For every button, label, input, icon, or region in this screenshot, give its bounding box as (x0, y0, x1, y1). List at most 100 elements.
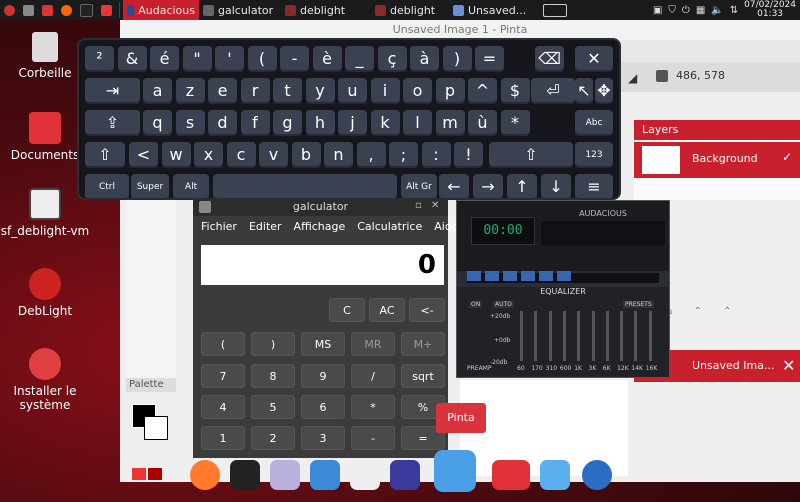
key-row4-3[interactable]: c (226, 142, 256, 168)
calc-key-1-0[interactable]: 4 (201, 395, 245, 419)
layer-row-background[interactable]: Background ✓ (634, 142, 800, 178)
key-row3-4[interactable]: g (273, 110, 302, 136)
key-row1-10[interactable]: à (410, 46, 439, 72)
show-desktop-icon[interactable] (19, 0, 38, 20)
eq-slider[interactable] (534, 311, 538, 361)
key-row4-10[interactable]: ! (454, 142, 483, 168)
calc-key-0-0[interactable]: 7 (201, 364, 245, 388)
text-editor-dock-icon[interactable] (270, 460, 300, 490)
eq-slider[interactable] (577, 311, 581, 361)
arrow-down-key[interactable]: ↓ (541, 174, 571, 200)
space-key[interactable] (213, 174, 397, 200)
calc-key-0-4[interactable]: sqrt (401, 364, 445, 388)
task-audacious[interactable]: Audacious (123, 0, 199, 20)
key-row2-11[interactable]: $ (500, 78, 530, 104)
dropdown-arrow-icon[interactable]: ◢ (628, 71, 637, 85)
key-row2-10[interactable]: ^ (468, 78, 497, 104)
key-row3-11[interactable]: * (500, 110, 530, 136)
task-deblight-1[interactable]: deblight (281, 0, 371, 20)
media-player-dock-icon[interactable] (390, 460, 420, 490)
key-row2-5[interactable]: y (305, 78, 335, 104)
open-paren-button[interactable]: ( (201, 332, 245, 356)
altgr-key[interactable]: Alt Gr (401, 174, 437, 200)
eq-slider[interactable] (520, 311, 523, 361)
key-row3-3[interactable]: f (240, 110, 270, 136)
network-icon[interactable]: ⇅ (730, 5, 738, 16)
task-deblight-2[interactable]: deblight (371, 0, 449, 20)
key-row1-6[interactable]: - (280, 46, 309, 72)
apps-menu-icon[interactable] (0, 0, 19, 20)
calc-key-2-1[interactable]: 2 (251, 426, 295, 450)
key-row3-5[interactable]: h (305, 110, 335, 136)
volume-icon[interactable]: 🔈 (711, 5, 723, 16)
palette-color-red[interactable] (132, 468, 146, 480)
layer-down-icon[interactable]: ⌃ (694, 306, 702, 317)
pointer-key[interactable]: ↖ (575, 78, 593, 104)
arrow-right-key[interactable]: → (473, 174, 503, 200)
key-row1-7[interactable]: è (312, 46, 342, 72)
key-row2-3[interactable]: r (240, 78, 270, 104)
key-row4-6[interactable]: n (324, 142, 353, 168)
calc-key-1-1[interactable]: 5 (251, 395, 295, 419)
arrow-up-key[interactable]: ↑ (507, 174, 537, 200)
abc-key[interactable]: Abc (575, 110, 613, 136)
key-row3-0[interactable]: q (143, 110, 172, 136)
ctrl-key[interactable]: Ctrl (85, 174, 129, 200)
key-row2-7[interactable]: i (370, 78, 400, 104)
calc-key-2-0[interactable]: 1 (201, 426, 245, 450)
calc-key-0-2[interactable]: 9 (301, 364, 345, 388)
minimize-icon[interactable]: ▫ (415, 200, 422, 211)
key-row3-6[interactable]: j (338, 110, 367, 136)
shift-left-key[interactable]: ⇧ (85, 142, 125, 168)
firefox-icon[interactable] (57, 0, 76, 20)
terminal-icon[interactable] (76, 0, 97, 20)
eq-slider[interactable] (548, 311, 552, 361)
key-row4-4[interactable]: v (259, 142, 288, 168)
desktop-icon-installer[interactable]: Installer le système (0, 348, 90, 412)
key-row3-10[interactable]: ù (468, 110, 497, 136)
key-row4-1[interactable]: w (161, 142, 191, 168)
menu-editer[interactable]: Editer (249, 218, 282, 236)
file-manager-dock-icon[interactable] (492, 460, 530, 490)
numeric-key[interactable]: 123 (575, 142, 613, 168)
key-row1-8[interactable]: _ (345, 46, 374, 72)
layer-props-icon[interactable]: ⌃ (723, 306, 731, 317)
key-row2-1[interactable]: z (175, 78, 205, 104)
key-row1-3[interactable]: " (182, 46, 212, 72)
menu-fichier[interactable]: Fichier (201, 218, 237, 236)
menu-calculatrice[interactable]: Calculatrice (357, 218, 422, 236)
close-window-icon[interactable]: ✕ (431, 200, 439, 211)
memory-add-button[interactable]: M+ (401, 332, 445, 356)
all-clear-button[interactable]: AC (369, 298, 405, 322)
window-dock-icon[interactable] (540, 460, 570, 490)
desktop-icon-deblight[interactable]: DebLight (0, 268, 90, 318)
key-row4-8[interactable]: ; (389, 142, 418, 168)
key-row1-1[interactable]: & (117, 46, 147, 72)
key-row3-8[interactable]: l (403, 110, 432, 136)
pause-icon[interactable] (503, 271, 517, 281)
key-row4-7[interactable]: , (356, 142, 386, 168)
web-browser-icon[interactable] (38, 0, 57, 20)
eq-on-toggle[interactable]: ON (469, 301, 483, 308)
capslock-key[interactable]: ⇪ (85, 110, 140, 136)
eq-slider[interactable] (634, 311, 638, 361)
close-paren-button[interactable]: ) (251, 332, 295, 356)
power-icon[interactable]: ⏻ (682, 5, 690, 16)
menu-aide[interactable]: Aide (434, 218, 458, 236)
key-superscript-two[interactable]: ² (85, 46, 114, 72)
task-pinta[interactable]: Unsaved... (449, 0, 539, 20)
memory-recall-button[interactable]: MR (351, 332, 395, 356)
document-viewer-dock-icon[interactable] (310, 460, 340, 490)
calc-key-0-3[interactable]: / (351, 364, 395, 388)
firefox-dock-icon[interactable] (190, 460, 220, 490)
tab-key[interactable]: ⇥ (85, 78, 140, 104)
notification-icon[interactable]: ▣ (653, 5, 662, 16)
calc-key-0-1[interactable]: 8 (251, 364, 295, 388)
key-row2-8[interactable]: o (403, 78, 432, 104)
key-row4-9[interactable]: : (421, 142, 451, 168)
layer-visible-checkbox[interactable]: ✓ (782, 150, 792, 164)
audacious-dock-icon[interactable] (582, 460, 612, 490)
calc-key-2-2[interactable]: 3 (301, 426, 345, 450)
eq-slider[interactable] (648, 311, 652, 361)
key-row1-4[interactable]: ' (215, 46, 244, 72)
